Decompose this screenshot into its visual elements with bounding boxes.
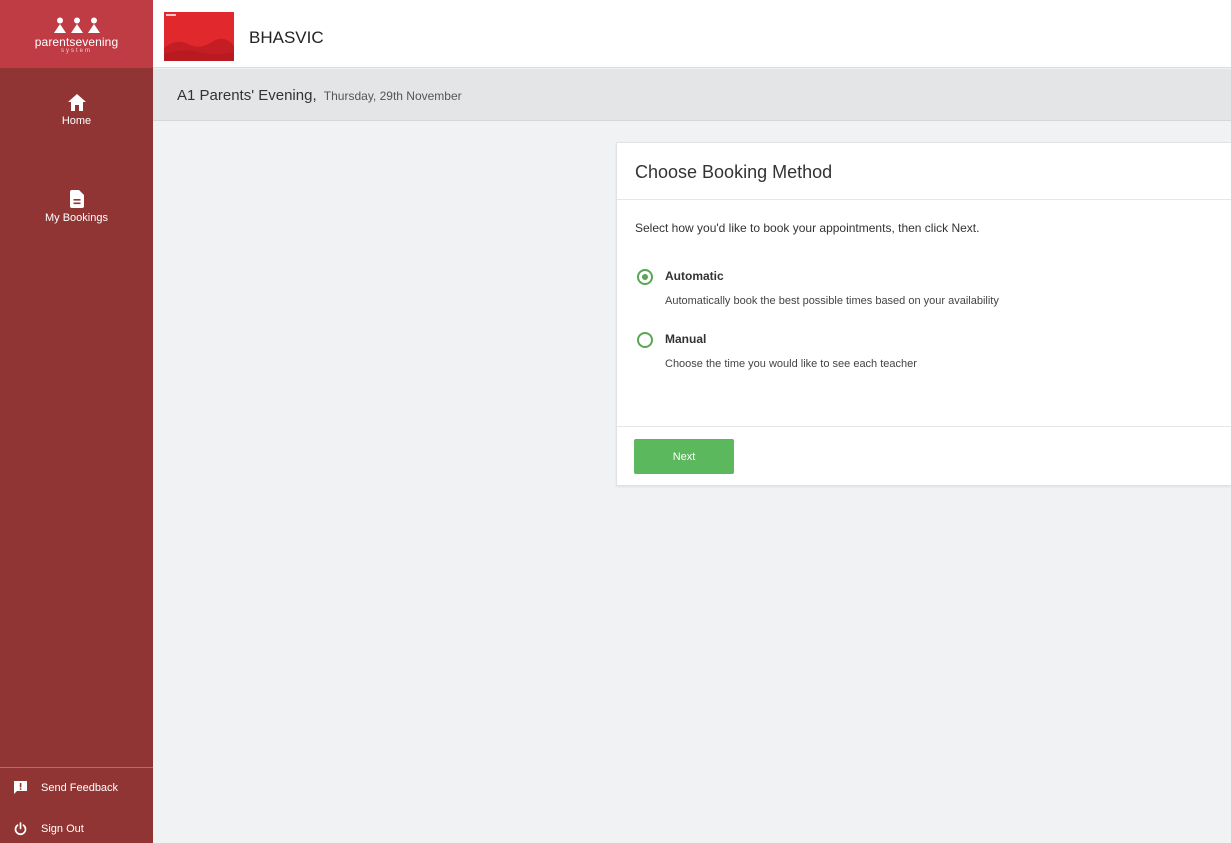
card-header: Choose Booking Method — [617, 143, 1231, 200]
school-name: BHASVIC — [249, 28, 324, 47]
card-title: Choose Booking Method — [635, 162, 833, 182]
power-icon — [14, 822, 27, 836]
logo-subtext: system — [60, 47, 92, 54]
sidebar: parentsevening system Home My Bookings S… — [0, 0, 153, 843]
sidebar-item-home[interactable]: Home — [0, 94, 153, 127]
event-title-row: A1 Parents' Evening, Thursday, 29th Nove… — [177, 87, 462, 104]
sidebar-item-my-bookings[interactable]: My Bookings — [0, 190, 153, 224]
document-icon — [69, 190, 84, 208]
send-feedback-button[interactable]: Send Feedback — [14, 781, 118, 794]
booking-method-card: Choose Booking Method Select how you'd l… — [616, 142, 1231, 486]
next-button[interactable]: Next — [634, 439, 734, 474]
card-footer-divider — [617, 426, 1231, 427]
send-feedback-label: Send Feedback — [41, 781, 119, 794]
app-logo[interactable]: parentsevening system — [0, 0, 153, 68]
option-description: Choose the time you would like to see ea… — [665, 358, 917, 370]
automatic-radio[interactable] — [637, 269, 653, 285]
sign-out-button[interactable]: Sign Out — [14, 822, 84, 836]
sidebar-item-label: Home — [61, 115, 92, 127]
event-date: Thursday, 29th November — [323, 89, 462, 103]
option-label: Manual — [665, 332, 707, 346]
event-header: A1 Parents' Evening, Thursday, 29th Nove… — [153, 69, 1231, 121]
sidebar-divider — [0, 767, 153, 768]
manual-radio[interactable] — [637, 332, 653, 348]
option-description: Automatically book the best possible tim… — [665, 295, 999, 307]
home-icon — [67, 94, 86, 111]
feedback-icon — [14, 781, 27, 794]
event-title: A1 Parents' Evening, — [177, 87, 317, 104]
radio-selected-dot — [642, 274, 648, 280]
logo-text: parentsevening — [34, 34, 119, 49]
option-label: Automatic — [665, 269, 724, 283]
school-logo-image — [164, 12, 234, 61]
people-logo-icon — [52, 17, 102, 33]
top-header: BHASVIC — [153, 0, 1231, 68]
sign-out-label: Sign Out — [41, 823, 84, 835]
sidebar-item-label: My Bookings — [45, 212, 108, 224]
booking-instruction: Select how you'd like to book your appoi… — [635, 221, 980, 235]
